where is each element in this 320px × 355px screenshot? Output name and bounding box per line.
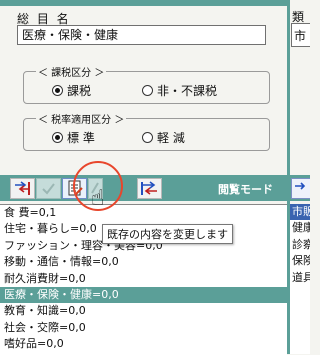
- radio-reduced-rate-label: 軽 減: [157, 131, 185, 145]
- right-panel: 類 市 市販 健康 診察 保険 道具: [290, 0, 310, 354]
- confirm-button[interactable]: [36, 178, 61, 199]
- right-panel-input[interactable]: 市: [291, 23, 310, 47]
- add-item-button[interactable]: [10, 178, 35, 199]
- list-item[interactable]: 教育・知識=0,0: [0, 303, 287, 319]
- radio-taxable[interactable]: 課税: [52, 82, 91, 99]
- account-edit-panel: 総 目 名 医療・保険・健康 ＜ 課税区分 ＞ 課税 非・不課税 ＜ 税率適用区…: [0, 0, 287, 355]
- list-item[interactable]: 耐久消費財=0,0: [0, 271, 287, 287]
- list-item[interactable]: 移動・通信・情報=0,0: [0, 254, 287, 270]
- list-item[interactable]: 健康: [290, 220, 310, 236]
- move-arrows-icon: [141, 181, 157, 195]
- radio-non-taxable-label: 非・不課税: [157, 84, 218, 98]
- radio-taxable-dot[interactable]: [52, 85, 63, 96]
- radio-standard-rate-label: 標 準: [67, 131, 95, 145]
- tax-classification-legend: ＜ 課税区分 ＞: [36, 64, 107, 79]
- tax-classification-group: ＜ 課税区分 ＞ 課税 非・不課税: [23, 64, 270, 104]
- list-item[interactable]: 社会・交際=0,0: [0, 320, 287, 336]
- checkmark-icon: [42, 183, 55, 195]
- radio-taxable-label: 課税: [67, 84, 92, 98]
- list-item[interactable]: 食 費=0,1: [0, 205, 287, 221]
- move-item-button[interactable]: [137, 178, 162, 199]
- right-panel-toolbar: [290, 175, 310, 201]
- list-item-selected[interactable]: 医療・保険・健康=0,0: [0, 286, 287, 304]
- add-item-icon: [295, 182, 306, 190]
- edit-tooltip: 既存の内容を変更します: [102, 224, 233, 244]
- mode-indicator: 閲覧モード: [218, 183, 273, 196]
- radio-reduced-rate[interactable]: 軽 減: [142, 129, 185, 146]
- tax-rate-legend: ＜ 税率適用区分 ＞: [36, 111, 127, 126]
- list-item[interactable]: 嗜好品=0,0: [0, 336, 287, 352]
- radio-non-taxable[interactable]: 非・不課税: [142, 82, 217, 99]
- radio-non-taxable-dot[interactable]: [142, 85, 153, 96]
- add-item-icon: [15, 181, 30, 195]
- radio-standard-rate[interactable]: 標 準: [52, 129, 95, 146]
- right-panel-input-text: 市: [294, 29, 307, 43]
- list-toolbar: 閲覧モード: [0, 175, 287, 201]
- right-add-button[interactable]: [291, 178, 310, 199]
- right-panel-list: 市販 健康 診察 保険 道具: [290, 204, 310, 354]
- hand-cursor-icon: ☝: [91, 186, 105, 211]
- radio-standard-rate-dot[interactable]: [52, 132, 63, 143]
- category-name-input[interactable]: 医療・保険・健康: [17, 25, 266, 45]
- list-item-selected[interactable]: 市販: [290, 204, 310, 221]
- radio-reduced-rate-dot[interactable]: [142, 132, 153, 143]
- top-bar: [0, 0, 287, 6]
- list-item[interactable]: 診察: [290, 237, 310, 253]
- list-item[interactable]: 保険: [290, 253, 310, 269]
- tax-rate-group: ＜ 税率適用区分 ＞ 標 準 軽 減: [23, 111, 270, 151]
- list-item[interactable]: 道具: [290, 270, 310, 286]
